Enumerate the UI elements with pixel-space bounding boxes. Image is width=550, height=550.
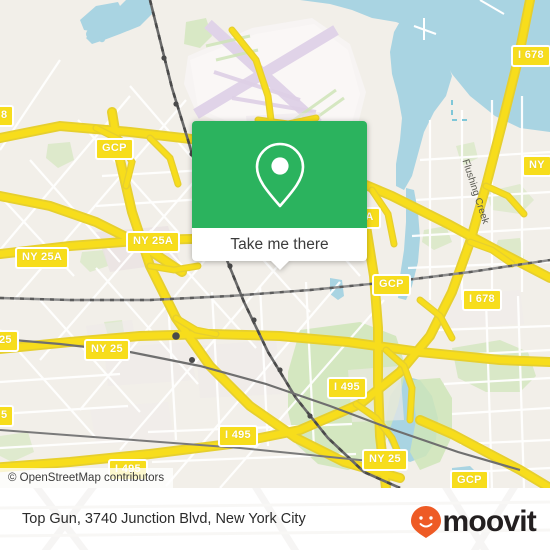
road-shield-ny25a-center[interactable]: NY 25A [126, 231, 181, 253]
location-popup-card[interactable]: Take me there [192, 121, 367, 270]
road-shield-gcp-center[interactable]: GCP [372, 274, 411, 296]
road-shield-ny25-edge[interactable]: 25 [0, 330, 19, 352]
road-shield-ny[interactable]: NY [522, 155, 550, 177]
moovit-smiley-pin-icon [411, 506, 442, 538]
road-shield-ny25a-west[interactable]: NY 25A [15, 247, 70, 269]
road-shield-i495-south[interactable]: I 495 [218, 425, 258, 447]
road-shield-i495-center[interactable]: I 495 [327, 377, 367, 399]
moovit-wordmark: moovit [442, 505, 536, 538]
popup-pointer-tail [269, 260, 290, 270]
location-title: Top Gun, 3740 Junction Blvd, New York Ci… [22, 511, 306, 527]
road-shield-i678-north[interactable]: I 678 [511, 45, 550, 67]
road-shield-gcp-northwest[interactable]: GCP [95, 138, 134, 160]
map-pin-icon [255, 142, 304, 207]
road-shield-i678-east[interactable]: I 678 [462, 289, 502, 311]
road-shield-edge-lower[interactable]: 5 [0, 405, 15, 427]
road-shield-ny25-west[interactable]: NY 25 [84, 339, 130, 361]
road-shield-i278-edge[interactable]: 8 [0, 105, 15, 127]
map-attribution[interactable]: © OpenStreetMap contributors [0, 468, 174, 488]
road-shield-ny25-southeast[interactable]: NY 25 [362, 449, 408, 471]
footer-bar: Top Gun, 3740 Junction Blvd, New York Ci… [0, 488, 550, 550]
take-me-there-label: Take me there [230, 235, 329, 253]
map-canvas[interactable]: I 678 NY GCP NY 25A NY 25A 5A GCP I 678 … [0, 0, 550, 488]
moovit-brand-logo[interactable]: moovit [410, 505, 537, 539]
moovit-map-screen: I 678 NY GCP NY 25A NY 25A 5A GCP I 678 … [0, 0, 550, 550]
popup-footer[interactable]: Take me there [192, 228, 367, 270]
popup-header [192, 121, 367, 228]
road-shield-gcp-southeast[interactable]: GCP [450, 470, 489, 488]
